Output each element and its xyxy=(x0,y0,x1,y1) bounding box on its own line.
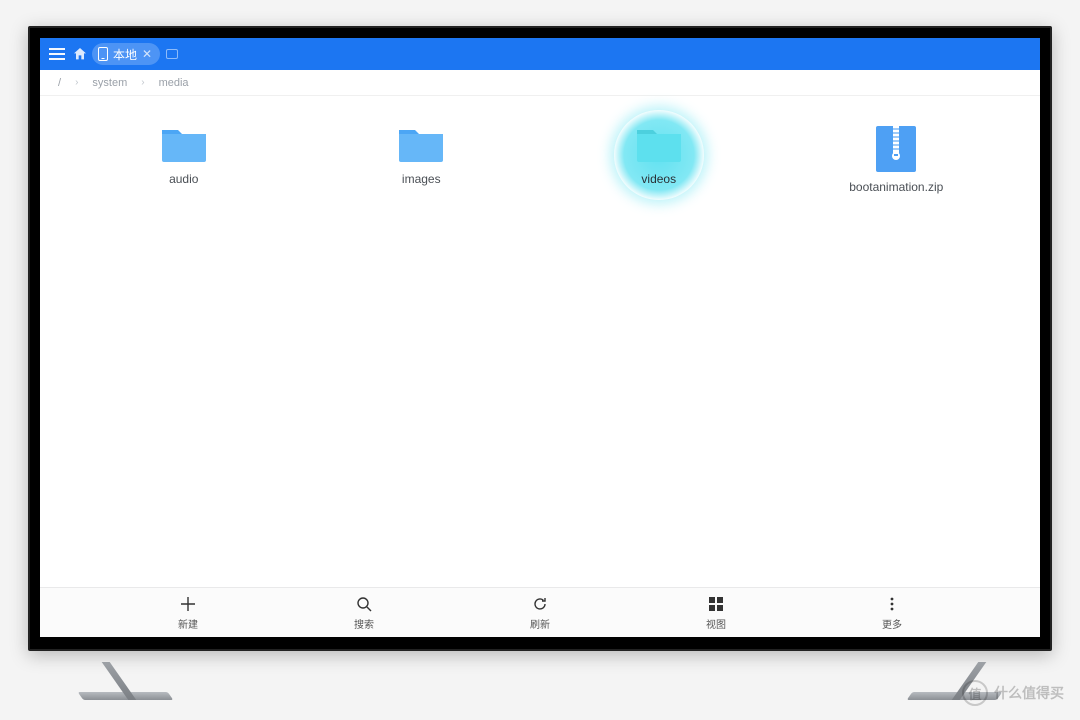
folder-icon xyxy=(397,126,445,164)
tab-label: 本地 xyxy=(113,46,137,63)
button-label: 搜索 xyxy=(354,616,374,631)
button-label: 视图 xyxy=(706,616,726,631)
breadcrumb-segment[interactable]: / xyxy=(58,77,61,89)
more-icon xyxy=(884,595,900,613)
active-tab[interactable]: 本地 ✕ xyxy=(92,43,160,65)
close-icon[interactable]: ✕ xyxy=(142,47,152,61)
spacer xyxy=(40,588,100,637)
refresh-button[interactable]: 刷新 xyxy=(452,588,628,637)
chevron-right-icon: › xyxy=(141,77,144,88)
tv-frame: 本地 ✕ / › system › media audio xyxy=(28,26,1052,651)
view-button[interactable]: 视图 xyxy=(628,588,804,637)
grid-icon xyxy=(708,595,724,613)
menu-icon[interactable] xyxy=(46,43,68,65)
button-label: 刷新 xyxy=(530,616,550,631)
file-item-bootanimation[interactable]: bootanimation.zip xyxy=(783,120,1011,220)
watermark-text: 什么值得买 xyxy=(994,683,1064,703)
breadcrumb: / › system › media xyxy=(40,70,1040,96)
device-icon xyxy=(98,47,108,61)
watermark-badge: 值 xyxy=(962,680,988,706)
button-label: 更多 xyxy=(882,616,902,631)
search-button[interactable]: 搜索 xyxy=(276,588,452,637)
top-bar: 本地 ✕ xyxy=(40,38,1040,70)
item-label: images xyxy=(402,172,441,186)
bottom-bar: 新建 搜索 刷新 视图 更多 xyxy=(40,587,1040,637)
app-screen: 本地 ✕ / › system › media audio xyxy=(40,38,1040,637)
spacer xyxy=(980,588,1040,637)
new-button[interactable]: 新建 xyxy=(100,588,276,637)
item-label: audio xyxy=(169,172,198,186)
folder-icon xyxy=(635,126,683,164)
item-label: bootanimation.zip xyxy=(849,180,943,194)
chevron-right-icon: › xyxy=(75,77,78,88)
watermark: 值 什么值得买 xyxy=(962,680,1064,706)
new-tab-icon[interactable] xyxy=(166,49,178,59)
search-icon xyxy=(356,595,372,613)
plus-icon xyxy=(180,595,196,613)
folder-item-videos[interactable]: videos xyxy=(545,120,773,220)
breadcrumb-segment[interactable]: media xyxy=(159,77,189,89)
folder-item-audio[interactable]: audio xyxy=(70,120,298,220)
refresh-icon xyxy=(532,595,548,613)
zip-icon xyxy=(876,126,916,172)
folder-item-images[interactable]: images xyxy=(308,120,536,220)
home-icon[interactable] xyxy=(72,46,88,62)
item-label: videos xyxy=(641,172,676,186)
button-label: 新建 xyxy=(178,616,198,631)
tv-stand xyxy=(57,662,174,700)
folder-icon xyxy=(160,126,208,164)
more-button[interactable]: 更多 xyxy=(804,588,980,637)
file-grid: audio images videos bootanimation.z xyxy=(40,96,1040,587)
breadcrumb-segment[interactable]: system xyxy=(92,77,127,89)
